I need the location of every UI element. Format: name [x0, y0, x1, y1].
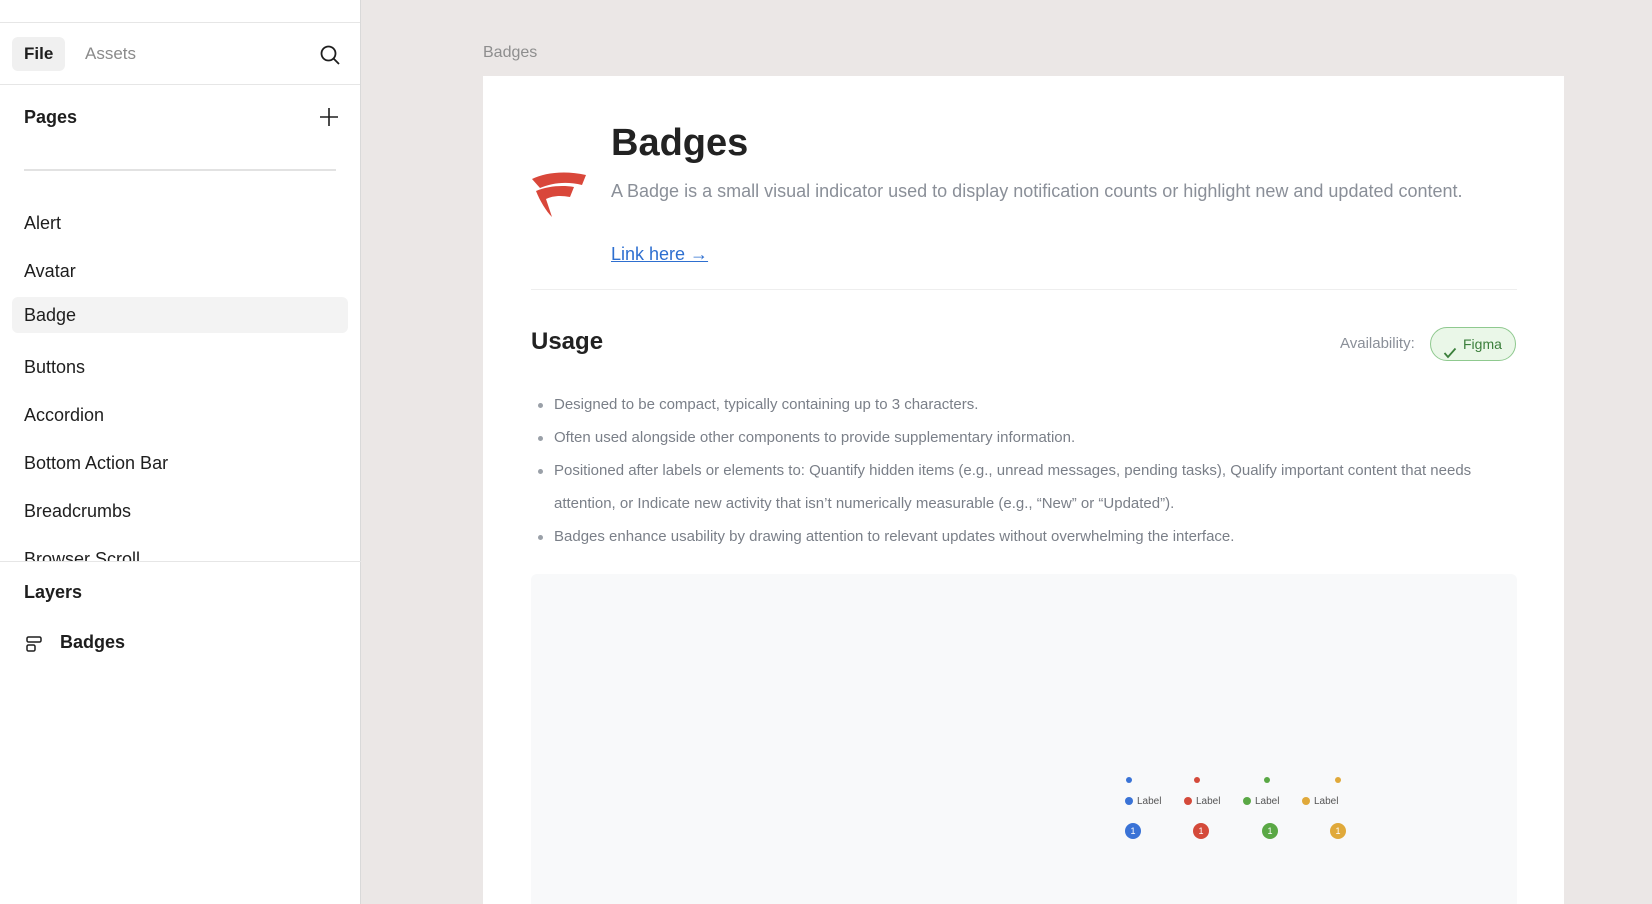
- page-item-breadcrumbs[interactable]: Breadcrumbs: [12, 493, 348, 529]
- badge-dot-blue: [1126, 777, 1132, 783]
- badge-label-text: Label: [1196, 796, 1221, 807]
- badge-count-blue: 1: [1125, 823, 1141, 839]
- page-item-badge[interactable]: Badge: [12, 297, 348, 333]
- layers-panel: Layers Badges: [0, 561, 361, 904]
- badge-count-red: 1: [1193, 823, 1209, 839]
- check-icon: [1443, 338, 1457, 359]
- status-dot: [1302, 797, 1310, 805]
- sidebar-topbar: [0, 0, 360, 23]
- badge-count-green: 1: [1262, 823, 1278, 839]
- pages-header: Pages: [0, 85, 360, 145]
- badge-dot-yellow: [1335, 777, 1341, 783]
- header-divider: [531, 289, 1517, 290]
- pages-title: Pages: [24, 107, 78, 127]
- page-item-browser-scroll[interactable]: Browser Scroll: [12, 541, 348, 561]
- badge-count-yellow: 1: [1330, 823, 1346, 839]
- tab-assets[interactable]: Assets: [73, 37, 148, 71]
- badge-label-blue: Label: [1125, 796, 1161, 807]
- doc-link[interactable]: Link here →: [611, 244, 708, 265]
- pages-divider: [24, 169, 336, 171]
- layers-title: Layers: [24, 582, 83, 602]
- add-page-icon[interactable]: [318, 106, 340, 128]
- badge-label-text: Label: [1137, 796, 1162, 807]
- page-item-accordion[interactable]: Accordion: [12, 397, 348, 433]
- status-dot: [1125, 797, 1133, 805]
- list-item: Designed to be compact, typically contai…: [538, 388, 1528, 421]
- list-item: Positioned after labels or elements to: …: [538, 454, 1528, 520]
- list-item: Often used alongside other components to…: [538, 421, 1528, 454]
- frame-layout-icon: [24, 634, 44, 654]
- left-sidebar: File Assets Pages Alert Avatar Badge But…: [0, 0, 361, 904]
- availability-label: Availability:: [1340, 335, 1415, 352]
- brand-logo-icon: [530, 171, 586, 221]
- badge-dot-red: [1194, 777, 1200, 783]
- list-item: Badges enhance usability by drawing atte…: [538, 520, 1528, 553]
- search-icon[interactable]: [318, 43, 342, 67]
- page-item-buttons[interactable]: Buttons: [12, 349, 348, 385]
- badge-label-text: Label: [1314, 796, 1339, 807]
- badge-dot-green: [1264, 777, 1270, 783]
- badges-frame[interactable]: Badges A Badge is a small visual indicat…: [483, 76, 1564, 904]
- availability-badge-label: Figma: [1463, 336, 1502, 352]
- badge-label-yellow: Label: [1302, 796, 1338, 807]
- page-item-alert[interactable]: Alert: [12, 205, 348, 241]
- usage-title: Usage: [531, 328, 604, 355]
- page-item-avatar[interactable]: Avatar: [12, 253, 348, 289]
- frame-label[interactable]: Badges: [483, 44, 537, 62]
- badge-preview[interactable]: Label Label Label Label 1 1 1 1: [531, 574, 1517, 904]
- badge-label-text: Label: [1255, 796, 1280, 807]
- status-dot: [1184, 797, 1192, 805]
- availability-badge: Figma: [1430, 327, 1516, 361]
- usage-list: Designed to be compact, typically contai…: [538, 388, 1528, 553]
- sidebar-tabs: File Assets: [0, 23, 360, 85]
- tab-file[interactable]: File: [12, 37, 66, 71]
- badge-label-red: Label: [1184, 796, 1220, 807]
- page-list: Alert Avatar Badge Buttons Accordion Bot…: [0, 193, 361, 561]
- layer-label: Badges: [60, 632, 126, 652]
- doc-description: A Badge is a small visual indicator used…: [611, 181, 1463, 201]
- badge-label-green: Label: [1243, 796, 1279, 807]
- status-dot: [1243, 797, 1251, 805]
- doc-title: Badges: [611, 122, 749, 164]
- page-item-bottom-action-bar[interactable]: Bottom Action Bar: [12, 445, 348, 481]
